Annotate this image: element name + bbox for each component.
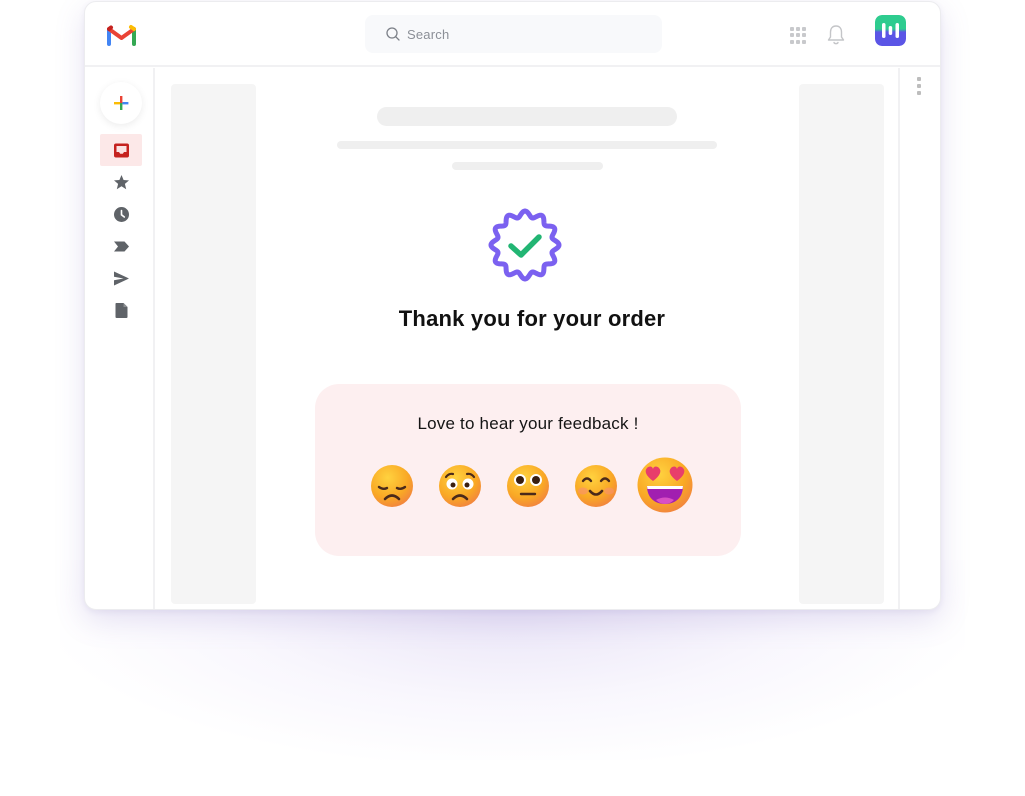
bell-icon[interactable]	[826, 24, 846, 46]
search-icon	[386, 27, 400, 41]
plus-icon	[114, 96, 129, 110]
disappointed-face-icon[interactable]	[370, 464, 414, 508]
sidebar-item-starred[interactable]	[100, 166, 142, 198]
file-icon	[115, 302, 127, 318]
gmail-logo-icon[interactable]	[107, 24, 136, 46]
right-rail	[898, 68, 940, 609]
inbox-icon	[113, 143, 129, 157]
email-client-window: Search Thank you for your order Love to …	[84, 1, 941, 610]
feedback-rating-row	[370, 456, 700, 518]
sidebar-item-sent[interactable]	[100, 262, 142, 294]
sidebar-item-inbox[interactable]	[100, 134, 142, 166]
apps-grid-icon[interactable]	[790, 27, 807, 44]
neutral-face-icon[interactable]	[506, 464, 550, 508]
smiling-face-icon[interactable]	[574, 464, 618, 508]
sidebar-item-drafts[interactable]	[100, 294, 142, 326]
feedback-card: Love to hear your feedback !	[315, 384, 741, 556]
brand-logo-icon[interactable]	[875, 15, 906, 46]
sidebar-item-important[interactable]	[100, 230, 142, 262]
sidebar-item-snoozed[interactable]	[100, 198, 142, 230]
right-placeholder-panel	[799, 84, 884, 604]
left-placeholder-panel	[171, 84, 256, 604]
clock-icon	[113, 206, 129, 222]
star-icon	[113, 174, 129, 189]
worried-face-icon[interactable]	[438, 464, 482, 508]
verified-check-badge-icon	[488, 208, 562, 282]
order-confirmation-title: Thank you for your order	[398, 306, 666, 331]
send-icon	[113, 271, 129, 285]
skeleton-line-1	[377, 107, 677, 126]
skeleton-line-2	[337, 141, 717, 149]
search-placeholder: Search	[407, 26, 450, 42]
heart-eyes-face-icon[interactable]	[636, 456, 694, 514]
sidebar	[85, 68, 155, 609]
skeleton-line-3	[452, 162, 603, 170]
search-bar[interactable]: Search	[365, 15, 662, 53]
label-icon	[113, 241, 129, 251]
more-vertical-icon[interactable]	[916, 77, 922, 95]
compose-button[interactable]	[100, 82, 142, 124]
feedback-prompt: Love to hear your feedback !	[417, 414, 639, 433]
top-bar: Search	[85, 2, 940, 67]
